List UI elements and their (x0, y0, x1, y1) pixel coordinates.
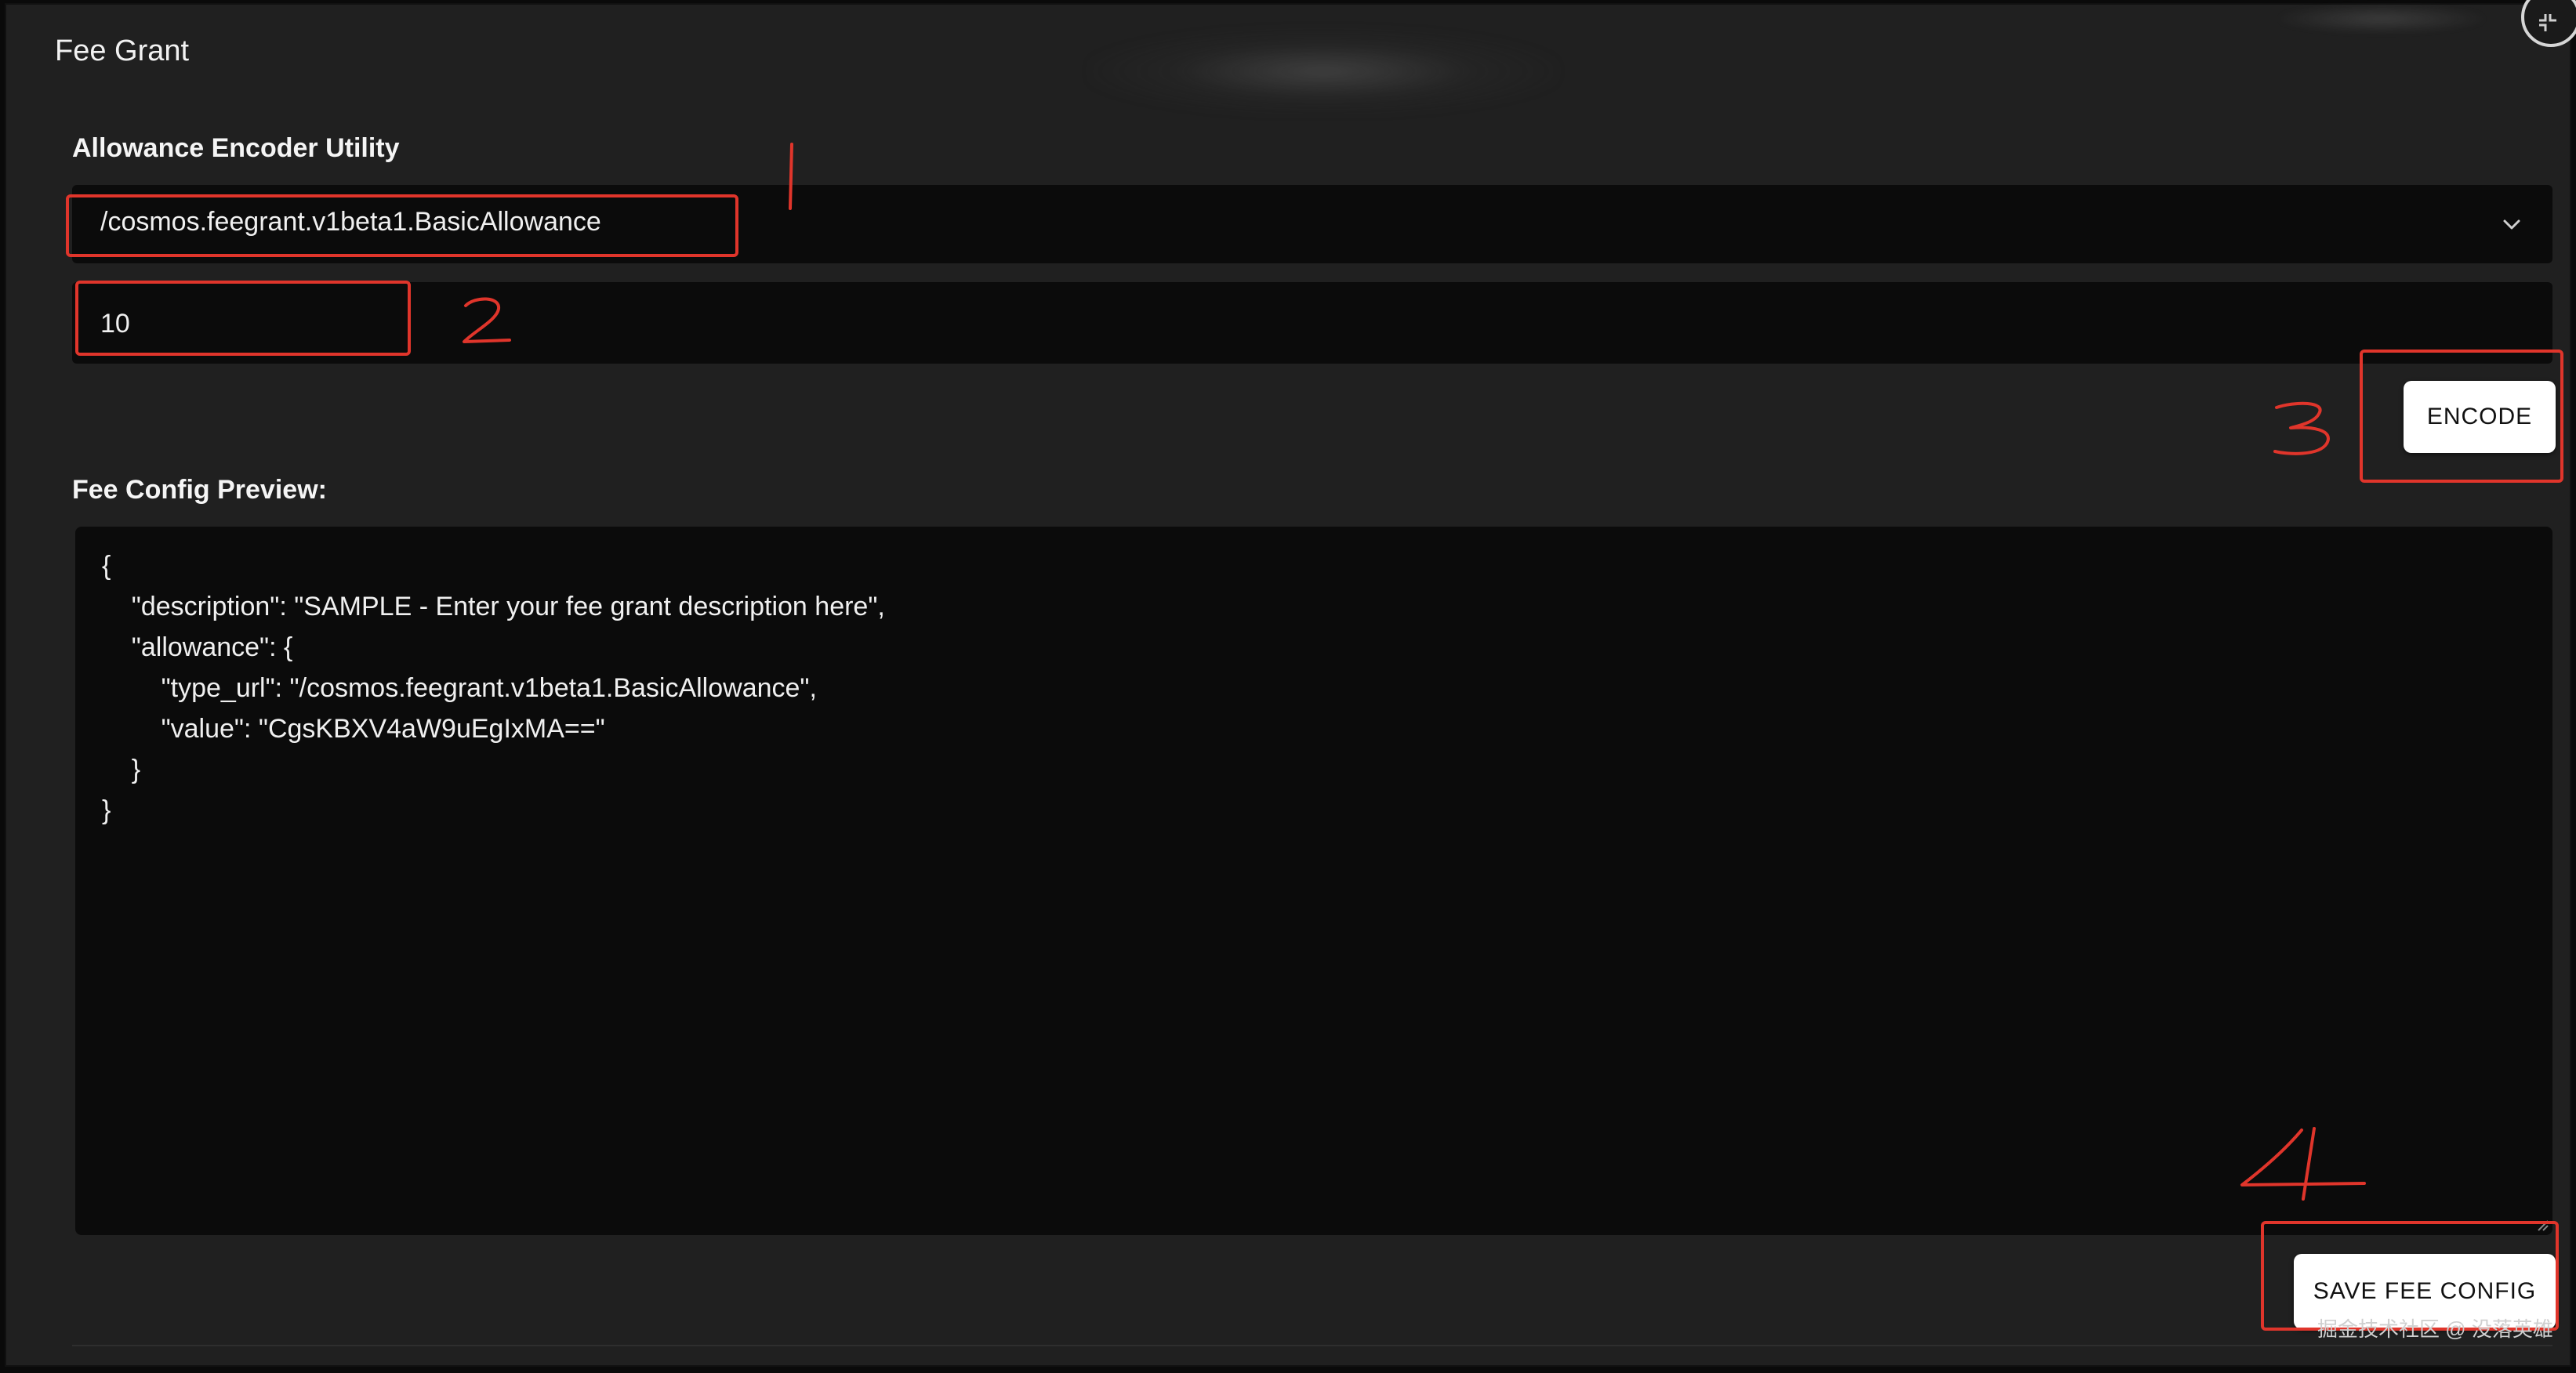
annotation-number-1 (789, 143, 793, 210)
annotation-number-2 (463, 297, 511, 343)
divider (72, 1345, 2552, 1346)
annotation-number-3 (2273, 401, 2330, 455)
collapse-icon (2539, 14, 2556, 31)
watermark-text: 掘金技术社区 @ 没落英雄 (2317, 1317, 2553, 1341)
blurred-region (2280, 5, 2483, 33)
fee-config-preview-content: { "description": "SAMPLE - Enter your fe… (102, 551, 885, 825)
allowance-amount-input[interactable]: 10 (72, 282, 2552, 364)
fee-config-preview-textarea[interactable]: { "description": "SAMPLE - Enter your fe… (75, 527, 2552, 1235)
annotation-number-4 (2240, 1127, 2366, 1201)
annotation-box-3 (2360, 350, 2563, 483)
annotation-box-2 (75, 281, 411, 356)
annotation-box-1 (66, 194, 738, 257)
encoder-section-label: Allowance Encoder Utility (72, 133, 400, 163)
page-title: Fee Grant (55, 34, 190, 67)
blurred-region (1088, 28, 1558, 114)
chevron-down-icon (2503, 219, 2520, 230)
preview-section-label: Fee Config Preview: (72, 475, 327, 505)
